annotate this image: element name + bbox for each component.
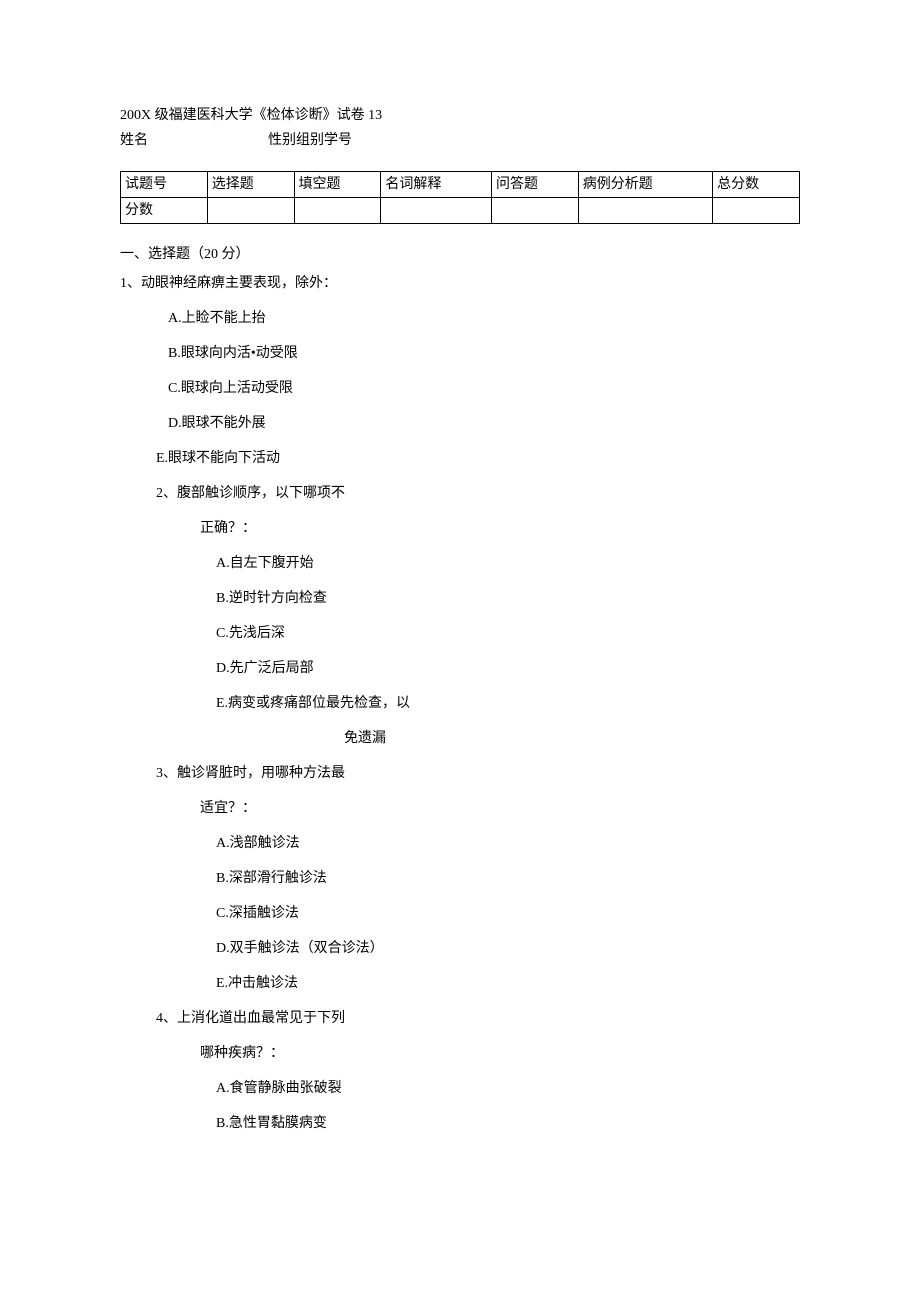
q2-option-e-cont: 免遗漏	[344, 728, 800, 749]
question-3-stem-cont: 适宜？：	[200, 798, 800, 819]
td-empty	[491, 198, 578, 224]
q2-option-a: A.自左下腹开始	[216, 553, 800, 574]
td-empty	[713, 198, 800, 224]
td-empty	[207, 198, 294, 224]
student-info-line: 姓名 性别组别学号	[120, 130, 800, 151]
question-4-stem-cont: 哪种疾病？：	[200, 1043, 800, 1064]
question-3-stem: 3、触诊肾脏时，用哪种方法最	[156, 763, 800, 784]
td-empty	[294, 198, 381, 224]
td-empty	[578, 198, 712, 224]
th-total: 总分数	[713, 172, 800, 198]
question-1-stem: 1、动眼神经麻痹主要表现，除外：	[120, 273, 800, 294]
q1-option-e: E.眼球不能向下活动	[156, 448, 800, 469]
table-row: 试题号 选择题 填空题 名词解释 问答题 病例分析题 总分数	[121, 172, 800, 198]
q3-option-a: A.浅部触诊法	[216, 833, 800, 854]
table-row: 分数	[121, 198, 800, 224]
q3-option-d: D.双手触诊法（双合诊法）	[216, 938, 800, 959]
q2-option-c: C.先浅后深	[216, 623, 800, 644]
q2-option-e: E.病变或疼痛部位最先检查，以	[216, 693, 800, 714]
question-4-stem: 4、上消化道出血最常见于下列	[156, 1008, 800, 1029]
th-term: 名词解释	[381, 172, 492, 198]
q3-option-c: C.深插触诊法	[216, 903, 800, 924]
q3-option-b: B.深部滑行触诊法	[216, 868, 800, 889]
q1-option-c: C.眼球向上活动受限	[168, 378, 800, 399]
th-qa: 问答题	[491, 172, 578, 198]
score-table: 试题号 选择题 填空题 名词解释 问答题 病例分析题 总分数 分数	[120, 171, 800, 224]
q4-option-a: A.食管静脉曲张破裂	[216, 1078, 800, 1099]
section-1-title: 一、选择题（20 分）	[120, 244, 800, 265]
q4-option-b: B.急性胃黏膜病变	[216, 1113, 800, 1134]
td-empty	[381, 198, 492, 224]
th-number: 试题号	[121, 172, 208, 198]
question-2-stem-cont: 正确？：	[200, 518, 800, 539]
th-choice: 选择题	[207, 172, 294, 198]
q1-option-d: D.眼球不能外展	[168, 413, 800, 434]
td-score-label: 分数	[121, 198, 208, 224]
q3-option-e: E.冲击触诊法	[216, 973, 800, 994]
gender-group-id-label: 性别组别学号	[268, 133, 352, 148]
th-fill: 填空题	[294, 172, 381, 198]
q1-option-a: A.上睑不能上抬	[168, 308, 800, 329]
q2-option-b: B.逆时针方向检查	[216, 588, 800, 609]
question-2-stem: 2、腹部触诊顺序，以下哪项不	[156, 483, 800, 504]
th-case: 病例分析题	[578, 172, 712, 198]
q2-option-d: D.先广泛后局部	[216, 658, 800, 679]
q1-option-b: B.眼球向内活•动受限	[168, 343, 800, 364]
exam-title: 200X 级福建医科大学《检体诊断》试卷 13	[120, 105, 800, 126]
name-label: 姓名	[120, 133, 148, 148]
